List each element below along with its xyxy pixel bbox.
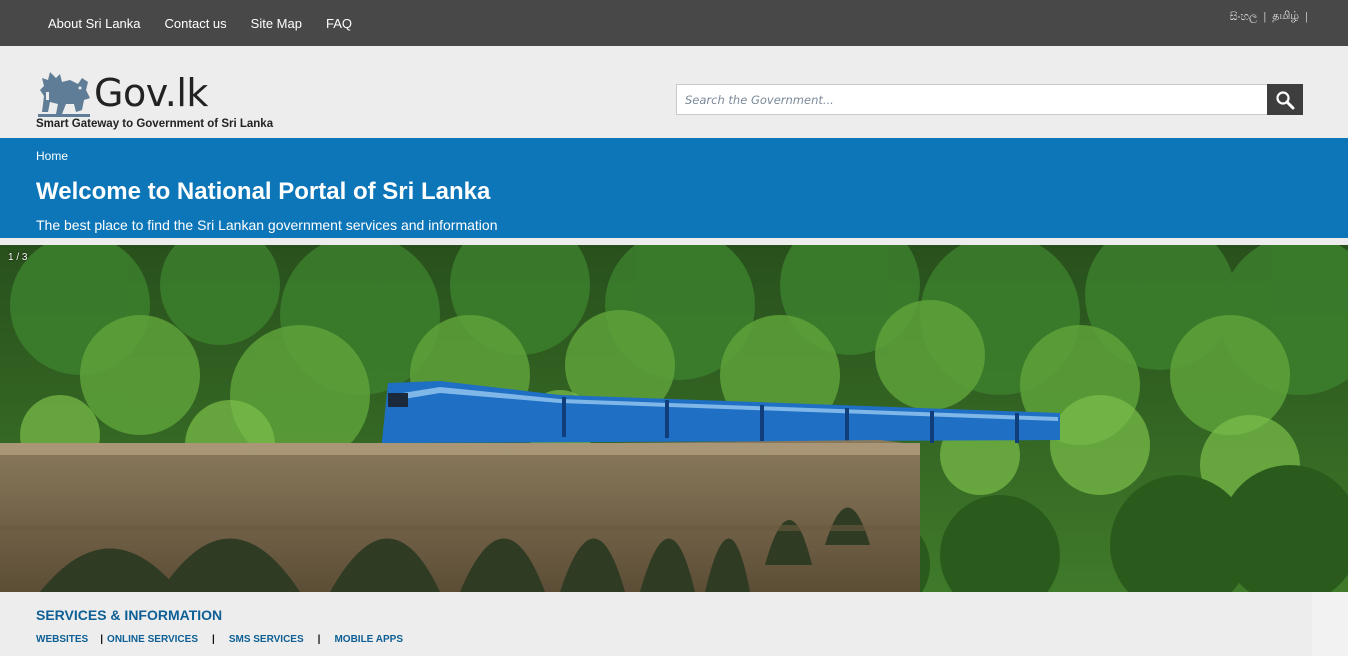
search-bar [676, 84, 1303, 116]
site-logo[interactable]: Gov.lk Smart Gateway to Government of Sr… [36, 68, 286, 134]
search-input[interactable] [676, 84, 1268, 115]
top-nav: About Sri Lanka Contact us Site Map FAQ [36, 0, 364, 46]
page-subtitle: The best place to find the Sri Lankan go… [36, 217, 498, 233]
nav-contact-us[interactable]: Contact us [165, 16, 227, 31]
breadcrumb-home[interactable]: Home [36, 149, 68, 163]
tab-mobile-apps[interactable]: MOBILE APPS [334, 634, 403, 645]
tab-separator: | [100, 634, 104, 645]
hero-slider[interactable]: 1 / 3 [0, 245, 1348, 592]
search-button[interactable] [1267, 84, 1303, 115]
language-sinhala[interactable]: සිංහල [1230, 11, 1258, 24]
tab-separator: | [317, 634, 321, 645]
language-tamil[interactable]: தமிழ் [1272, 10, 1299, 24]
nav-faq[interactable]: FAQ [326, 16, 352, 31]
hero-image [0, 245, 1348, 592]
divider [0, 238, 1348, 245]
nav-site-map[interactable]: Site Map [251, 16, 302, 31]
tab-websites[interactable]: WEBSITES [36, 634, 88, 645]
services-heading: SERVICES & INFORMATION [36, 607, 223, 623]
tab-sms-services[interactable]: SMS SERVICES [229, 634, 304, 645]
tab-online-services[interactable]: ONLINE SERVICES [107, 634, 198, 645]
services-panel: SERVICES & INFORMATION WEBSITES | ONLINE… [0, 592, 1312, 656]
welcome-banner: Home Welcome to National Portal of Sri L… [0, 138, 1348, 238]
logo-wordmark: Gov.lk [94, 71, 208, 115]
nav-about-sri-lanka[interactable]: About Sri Lanka [48, 16, 141, 31]
services-tabs: WEBSITES | ONLINE SERVICES | SMS SERVICE… [36, 634, 403, 645]
language-switcher: සිංහල | தமிழ் | [1230, 10, 1314, 24]
language-separator: | [1263, 11, 1267, 23]
logo-tagline: Smart Gateway to Government of Sri Lanka [36, 118, 274, 130]
lion-emblem-icon [38, 72, 90, 117]
page-title: Welcome to National Portal of Sri Lanka [36, 178, 491, 205]
site-header: Gov.lk Smart Gateway to Government of Sr… [0, 46, 1348, 138]
language-separator: | [1305, 11, 1308, 23]
slide-counter: 1 / 3 [8, 252, 28, 263]
top-navigation-bar: About Sri Lanka Contact us Site Map FAQ … [0, 0, 1348, 46]
search-icon [1276, 90, 1295, 109]
services-section: SERVICES & INFORMATION WEBSITES | ONLINE… [0, 592, 1348, 656]
tab-separator: | [212, 634, 215, 645]
